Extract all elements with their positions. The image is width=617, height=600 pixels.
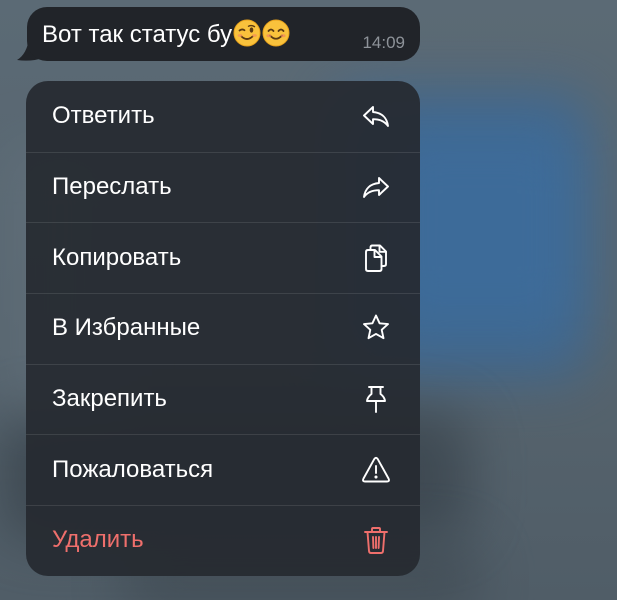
forward-icon (360, 171, 392, 203)
star-icon (360, 312, 392, 344)
menu-item-label: Переслать (52, 173, 172, 201)
reply-icon (360, 100, 392, 132)
menu-item-label: Пожаловаться (52, 455, 214, 483)
menu-item-copy[interactable]: Копировать (26, 222, 420, 293)
menu-item-delete[interactable]: Удалить (26, 505, 420, 576)
message-context-menu: Ответить Переслать Копировать В Избранны… (26, 81, 420, 576)
menu-item-pin[interactable]: Закрепить (26, 363, 420, 435)
menu-item-label: В Избранные (52, 314, 201, 342)
winking-face-emoji (233, 19, 261, 47)
trash-icon (360, 524, 392, 556)
menu-item-label: Копировать (52, 243, 182, 271)
pin-icon (360, 383, 392, 415)
message-timestamp: 14:09 (362, 33, 405, 52)
message-text: Вот так статус бу (42, 19, 290, 49)
menu-item-label: Ответить (52, 102, 155, 130)
menu-item-label: Закрепить (52, 385, 167, 413)
warning-icon (360, 454, 392, 486)
menu-item-reply[interactable]: Ответить (26, 81, 420, 152)
menu-item-favorites[interactable]: В Избранные (26, 293, 420, 364)
menu-item-forward[interactable]: Переслать (26, 151, 420, 223)
message-bubble[interactable]: Вот так статус бу 14:09 (27, 7, 420, 61)
copy-icon (360, 242, 392, 274)
menu-item-label: Удалить (52, 526, 144, 554)
smiling-face-emoji (262, 19, 290, 47)
menu-item-report[interactable]: Пожаловаться (26, 434, 420, 505)
